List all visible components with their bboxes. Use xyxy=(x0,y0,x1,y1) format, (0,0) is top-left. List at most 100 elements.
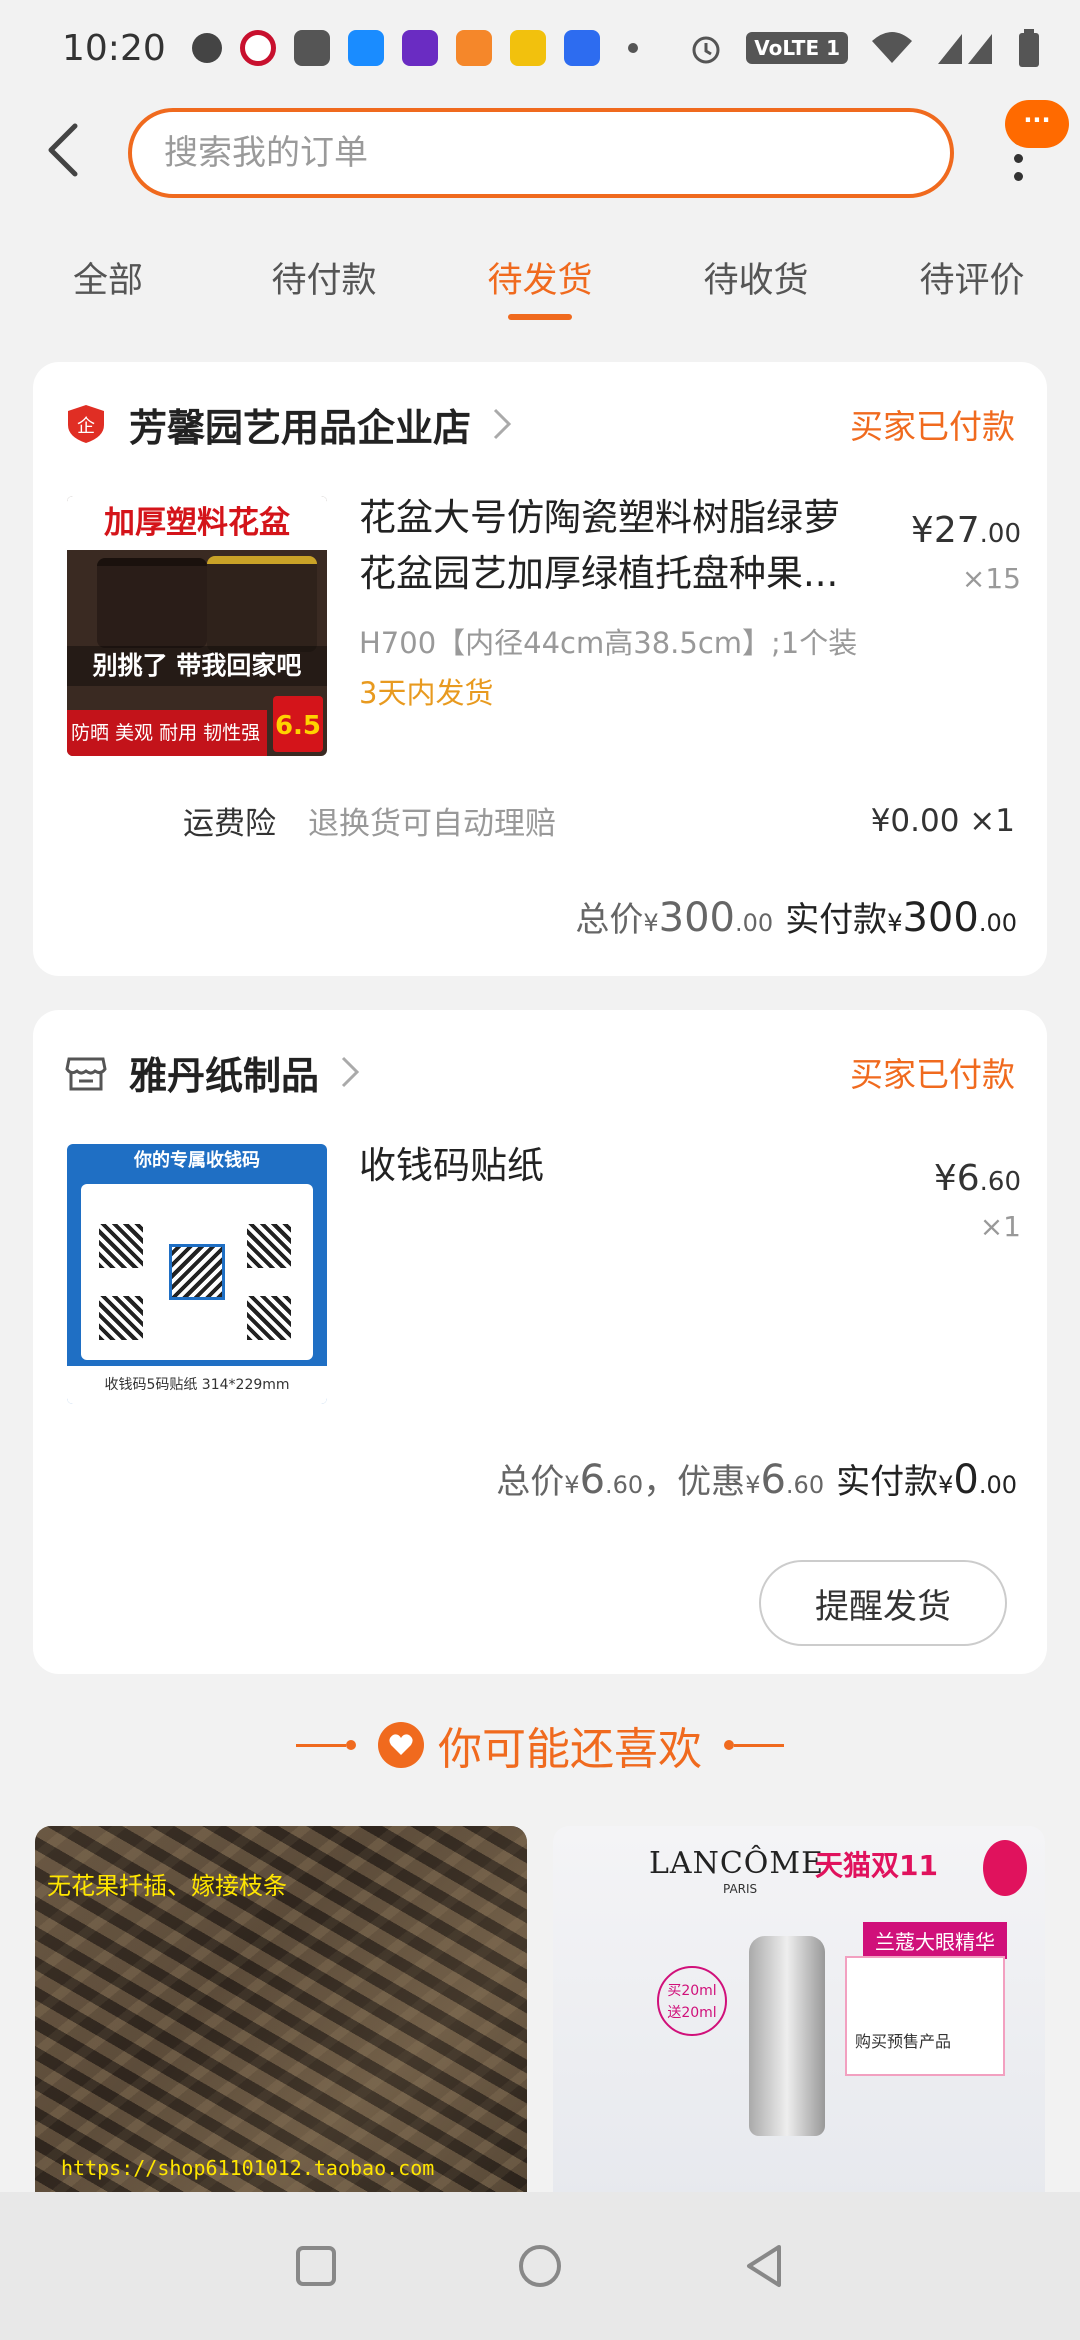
qr-code-icon xyxy=(247,1296,291,1340)
offer-badge: 买20ml 送20ml xyxy=(657,1966,727,2036)
thumb-headline: 加厚塑料花盆 xyxy=(67,496,327,550)
paid-amount: 300 xyxy=(902,895,979,941)
message-icon xyxy=(191,33,222,63)
total-currency: ¥ xyxy=(643,909,659,937)
divider-dot xyxy=(724,1740,734,1750)
order-card[interactable]: 企 芳馨园艺用品企业店 买家已付款 加厚塑料花盆 别挑了 带我回家吧 防晒 美观… xyxy=(33,362,1047,976)
paid-currency: ¥ xyxy=(887,909,903,937)
shop-name[interactable]: 芳馨园艺用品企业店 xyxy=(129,397,471,452)
chevron-right-icon xyxy=(341,1056,360,1088)
signal-icon xyxy=(938,34,992,64)
order-total: 总价 ¥ 6 .60 ，优惠 ¥ 6 .60 实付款 ¥ 0 .00 xyxy=(496,1454,1017,1503)
shop-name[interactable]: 雅丹纸制品 xyxy=(129,1045,319,1100)
shop-header[interactable]: 企 芳馨园艺用品企业店 买家已付款 xyxy=(65,396,1015,452)
back-arrow-icon xyxy=(48,123,78,177)
total-label: 总价 xyxy=(575,900,644,940)
divider-line xyxy=(734,1743,784,1747)
brand-name: LANCÔME xyxy=(649,1846,825,1881)
insurance-label: 运费险 xyxy=(183,806,276,842)
recommend-item[interactable]: 无花果扦插、嫁接枝条 https://shop61101012.taobao.c… xyxy=(35,1826,527,2196)
event-label: 天猫双11 xyxy=(815,1849,938,1882)
paid-amount: 0 xyxy=(953,1457,979,1503)
search-box[interactable] xyxy=(128,108,954,198)
product-thumbnail[interactable]: 你的专属收钱码 收钱码5码贴纸 314*229mm xyxy=(67,1144,327,1404)
product-title[interactable]: 收钱码贴纸 xyxy=(359,1138,544,1194)
tab-pending-receipt[interactable]: 待收货 xyxy=(648,236,864,336)
thumb-headline: 你的专属收钱码 xyxy=(134,1150,260,1171)
shop-header[interactable]: 雅丹纸制品 买家已付款 xyxy=(65,1044,1015,1100)
thumb-price-badge: 6.5 xyxy=(273,696,323,752)
qr-code-icon xyxy=(99,1296,143,1340)
serum-bottle xyxy=(749,1936,825,2136)
more-badge[interactable]: ··· xyxy=(1005,100,1069,148)
price-decimal: .60 xyxy=(979,1167,1021,1197)
back-button[interactable] xyxy=(30,118,94,182)
product-title-line: 花盆园艺加厚绿植托盘种果... xyxy=(359,552,839,595)
presale-box: 购买预售产品 xyxy=(845,1956,1005,2076)
tab-all[interactable]: 全部 xyxy=(0,236,216,336)
home-icon[interactable] xyxy=(517,2243,563,2289)
order-status: 买家已付款 xyxy=(850,1055,1015,1094)
product-spec: H700【内径44cm高38.5cm】;1个装 xyxy=(359,626,858,660)
product-price: ¥6.60 xyxy=(934,1158,1021,1199)
qr-code-icon xyxy=(99,1224,143,1268)
svg-text:企: 企 xyxy=(77,416,95,437)
product-title[interactable]: 花盆大号仿陶瓷塑料树脂绿萝 花盆园艺加厚绿植托盘种果... xyxy=(359,490,919,602)
total-currency: ¥ xyxy=(564,1471,580,1499)
product-price: ¥27.00 xyxy=(911,510,1021,551)
paid-label: 实付款 xyxy=(785,900,888,940)
product-quantity: ×15 xyxy=(961,562,1021,595)
brand-sub: PARIS xyxy=(723,1882,758,1896)
promo-tag: 兰蔻大眼精华 xyxy=(863,1922,1007,1959)
app-icon xyxy=(347,30,384,66)
thumb-caption: 收钱码5码贴纸 314*229mm xyxy=(67,1366,327,1404)
wifi-icon xyxy=(872,32,912,63)
tab-pending-review[interactable]: 待评价 xyxy=(864,236,1080,336)
total-decimal: .00 xyxy=(735,909,774,937)
recents-icon[interactable] xyxy=(295,2245,337,2287)
order-total: 总价 ¥ 300 .00 实付款 ¥ 300 .00 xyxy=(575,892,1017,941)
tab-pending-payment[interactable]: 待付款 xyxy=(216,236,432,336)
total-label: 总价 xyxy=(496,1462,565,1502)
search-input[interactable] xyxy=(164,133,950,173)
total-amount: 6 xyxy=(579,1457,606,1503)
price-integer: ¥27 xyxy=(910,510,980,551)
divider-line xyxy=(296,1743,346,1747)
product-thumbnail[interactable]: 加厚塑料花盆 别挑了 带我回家吧 防晒 美观 耐用 韧性强 6.5 xyxy=(67,496,327,756)
discount-amount: 6 xyxy=(760,1457,786,1503)
discount-decimal: .60 xyxy=(785,1471,825,1499)
insurance-price: ¥0.00 ×1 xyxy=(870,802,1015,839)
enterprise-shop-icon: 企 xyxy=(68,405,104,443)
paid-label: 实付款 xyxy=(836,1462,939,1502)
recommend-caption: 无花果扦插、嫁接枝条 xyxy=(47,1872,287,1900)
qr-code-icon xyxy=(247,1224,291,1268)
system-navbar xyxy=(0,2192,1080,2340)
qr-code-icon xyxy=(169,1244,225,1300)
price-integer: ¥6 xyxy=(933,1158,980,1199)
product-quantity: ×1 xyxy=(979,1210,1021,1243)
paid-decimal: .00 xyxy=(978,1471,1017,1499)
thumb-features: 防晒 美观 耐用 韧性强 xyxy=(67,710,267,756)
sticker-sheet xyxy=(81,1184,313,1360)
weibo-icon xyxy=(509,30,546,66)
discount-label: ，优惠 xyxy=(643,1462,746,1502)
order-card[interactable]: 雅丹纸制品 买家已付款 你的专属收钱码 收钱码5码贴纸 314*229mm 收钱… xyxy=(33,1010,1047,1674)
paid-decimal: .00 xyxy=(978,909,1017,937)
uc-icon xyxy=(455,30,492,66)
remind-shipment-button[interactable]: 提醒发货 xyxy=(759,1560,1007,1646)
price-decimal: .00 xyxy=(979,519,1021,549)
mail-icon xyxy=(293,30,330,66)
recommend-header: 你可能还喜欢 xyxy=(0,1710,1080,1780)
total-decimal: .60 xyxy=(605,1471,644,1499)
back-nav-icon[interactable] xyxy=(743,2243,785,2289)
heart-icon xyxy=(378,1722,424,1768)
tab-pending-shipment[interactable]: 待发货 xyxy=(432,236,648,336)
recommend-item[interactable]: LANCÔME PARIS 天猫双11 兰蔻大眼精华 买20ml 送20ml 购… xyxy=(553,1826,1045,2196)
order-tabs: 全部 待付款 待发货 待收货 待评价 xyxy=(0,236,1080,336)
volte-badge: VoLTE 1 xyxy=(746,32,848,64)
balloon-icon xyxy=(983,1840,1027,1896)
battery-icon xyxy=(1019,29,1039,67)
store-icon xyxy=(65,1057,107,1091)
pot-shape xyxy=(207,556,317,652)
bank-icon xyxy=(239,30,276,66)
